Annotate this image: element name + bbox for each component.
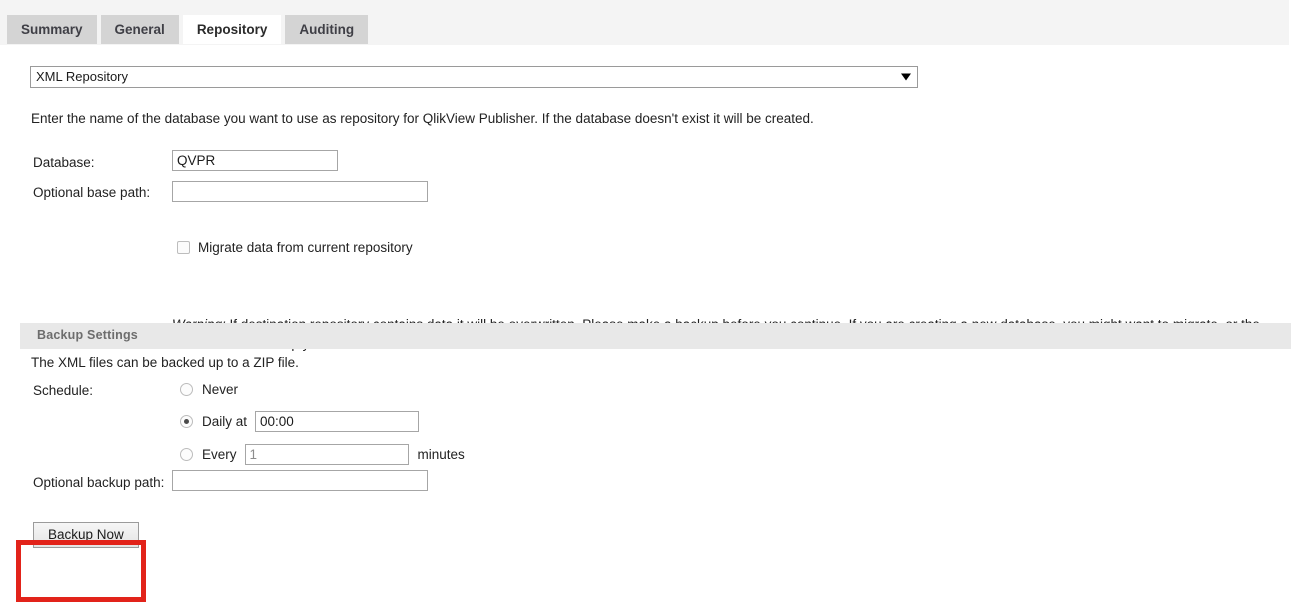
daily-time-input[interactable] — [255, 411, 420, 432]
radio-never-label: Never — [202, 382, 239, 397]
schedule-option-never[interactable]: Never — [180, 382, 238, 397]
tab-general[interactable]: General — [100, 15, 179, 44]
schedule-option-daily[interactable]: Daily at — [180, 411, 420, 432]
backup-settings-section-header: Backup Settings — [20, 323, 1291, 349]
tab-repository[interactable]: Repository — [182, 15, 282, 44]
every-minutes-input[interactable] — [244, 444, 409, 465]
tab-repository-label: Repository — [196, 22, 268, 37]
backup-note: The XML files can be backed up to a ZIP … — [31, 355, 299, 370]
repository-panel: XML Repository Enter the name of the dat… — [0, 45, 1291, 602]
migrate-data-checkbox[interactable] — [177, 241, 190, 254]
backup-path-input[interactable] — [172, 470, 428, 491]
tab-auditing[interactable]: Auditing — [285, 15, 369, 44]
radio-daily[interactable] — [180, 415, 193, 428]
database-input[interactable] — [172, 150, 338, 171]
database-label: Database: — [33, 155, 95, 170]
tab-summary[interactable]: Summary — [7, 15, 97, 44]
schedule-label: Schedule: — [33, 383, 94, 398]
backup-settings-title: Backup Settings — [37, 328, 138, 342]
tab-summary-label: Summary — [21, 22, 83, 37]
radio-daily-label: Daily at — [202, 414, 248, 429]
repository-type-dropdown[interactable]: XML Repository — [30, 66, 918, 88]
migrate-data-label: Migrate data from current repository — [198, 240, 413, 255]
schedule-option-every[interactable]: Every minutes — [180, 444, 465, 465]
annotation-highlight-box — [16, 540, 146, 602]
tab-bar: Summary General Repository Auditing — [0, 0, 1289, 45]
repository-type-value[interactable]: XML Repository — [30, 66, 918, 88]
radio-never[interactable] — [180, 383, 193, 396]
repository-description: Enter the name of the database you want … — [31, 111, 814, 126]
tab-list: Summary General Repository Auditing — [7, 15, 369, 44]
every-minutes-unit: minutes — [417, 447, 465, 462]
radio-every-label: Every — [202, 447, 237, 462]
backup-path-label: Optional backup path: — [33, 475, 165, 490]
migrate-data-row[interactable]: Migrate data from current repository — [177, 240, 413, 255]
radio-every[interactable] — [180, 448, 193, 461]
backup-now-button[interactable]: Backup Now — [33, 522, 139, 548]
base-path-input[interactable] — [172, 181, 428, 202]
base-path-label: Optional base path: — [33, 185, 151, 200]
tab-auditing-label: Auditing — [299, 22, 355, 37]
tab-general-label: General — [114, 22, 165, 37]
